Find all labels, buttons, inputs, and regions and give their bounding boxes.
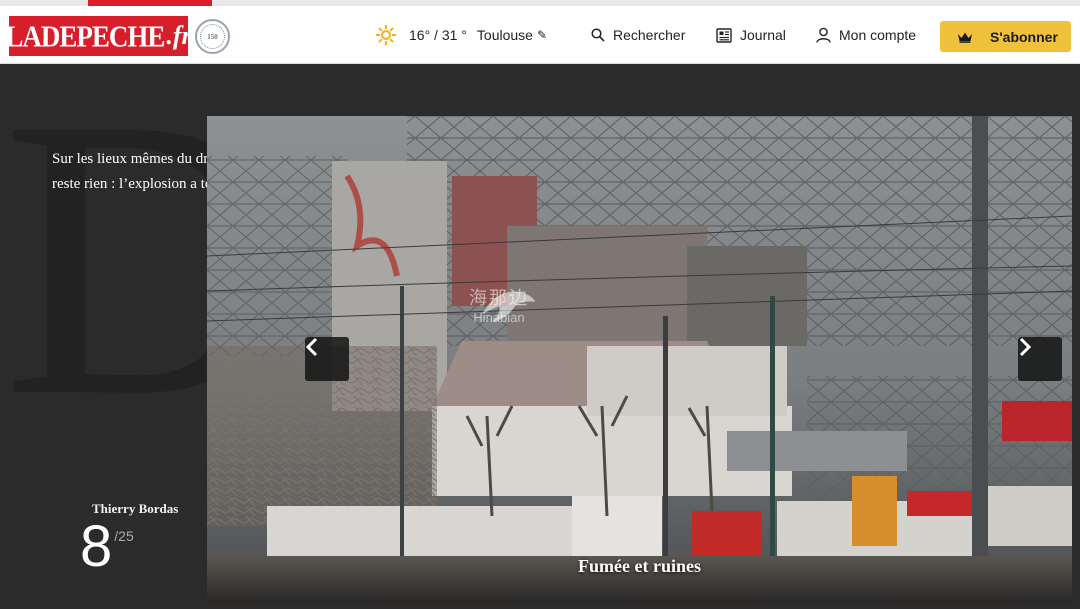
chevron-left-icon xyxy=(305,337,318,357)
gallery-current-index: 8 xyxy=(80,514,113,579)
journal-label: Journal xyxy=(740,27,786,43)
weather-temperature: 16° / 31 ° xyxy=(409,27,467,43)
gallery-counter: 8 /25 xyxy=(80,518,134,576)
sun-icon xyxy=(376,25,396,45)
gallery-total: /25 xyxy=(114,528,134,544)
search-button[interactable]: Rechercher xyxy=(591,23,685,47)
account-link[interactable]: Mon compte xyxy=(816,23,916,47)
gallery-photo[interactable]: 海那边 Hinabian Fumée et ruines xyxy=(207,116,1072,603)
search-label: Rechercher xyxy=(613,27,686,43)
photo-title: Fumée et ruines xyxy=(578,556,701,576)
newspaper-icon xyxy=(716,27,732,43)
chevron-right-icon xyxy=(1019,337,1032,357)
crown-icon xyxy=(958,32,972,43)
watermark: 海那边 Hinabian xyxy=(469,284,535,325)
journal-link[interactable]: Journal xyxy=(716,23,786,47)
gallery-prev-button[interactable] xyxy=(305,337,349,381)
edit-pencil-icon[interactable]: ✎ xyxy=(537,28,547,42)
search-icon xyxy=(591,28,605,42)
gallery-next-button[interactable] xyxy=(1018,337,1062,381)
user-icon xyxy=(816,27,831,43)
subscribe-label: S'abonner xyxy=(990,28,1058,45)
weather-widget[interactable]: 16° / 31 ° Toulouse ✎ xyxy=(376,23,547,47)
subscribe-button[interactable]: S'abonner xyxy=(940,21,1071,52)
weather-city: Toulouse xyxy=(476,27,533,43)
account-label: Mon compte xyxy=(839,27,917,43)
bird-logo-icon xyxy=(482,291,535,322)
